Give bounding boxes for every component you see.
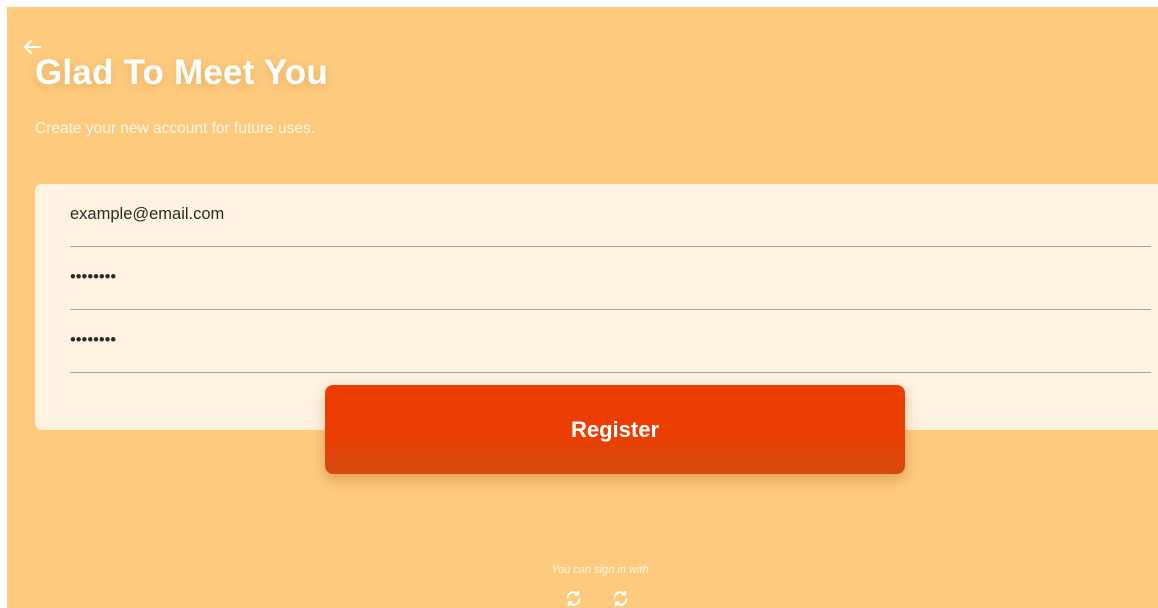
social-signin-row <box>564 589 630 608</box>
password-field-wrapper <box>70 248 1151 310</box>
social-signin-button-2[interactable] <box>611 589 630 608</box>
confirm-password-field-wrapper <box>70 311 1151 373</box>
social-signin-button-1[interactable] <box>564 589 583 608</box>
signin-hint: You can sign in with <box>551 564 649 576</box>
register-button[interactable]: Register <box>325 385 905 474</box>
page-subtitle: Create your new account for future uses. <box>35 120 316 137</box>
password-field[interactable] <box>70 264 1151 290</box>
refresh-icon <box>566 590 581 607</box>
refresh-icon <box>613 590 628 607</box>
confirm-password-field[interactable] <box>70 327 1151 353</box>
email-field[interactable] <box>70 201 1151 227</box>
page-title: Glad To Meet You <box>35 53 328 92</box>
email-field-wrapper <box>70 185 1151 247</box>
register-screen: Glad To Meet You Create your new account… <box>7 7 1158 608</box>
